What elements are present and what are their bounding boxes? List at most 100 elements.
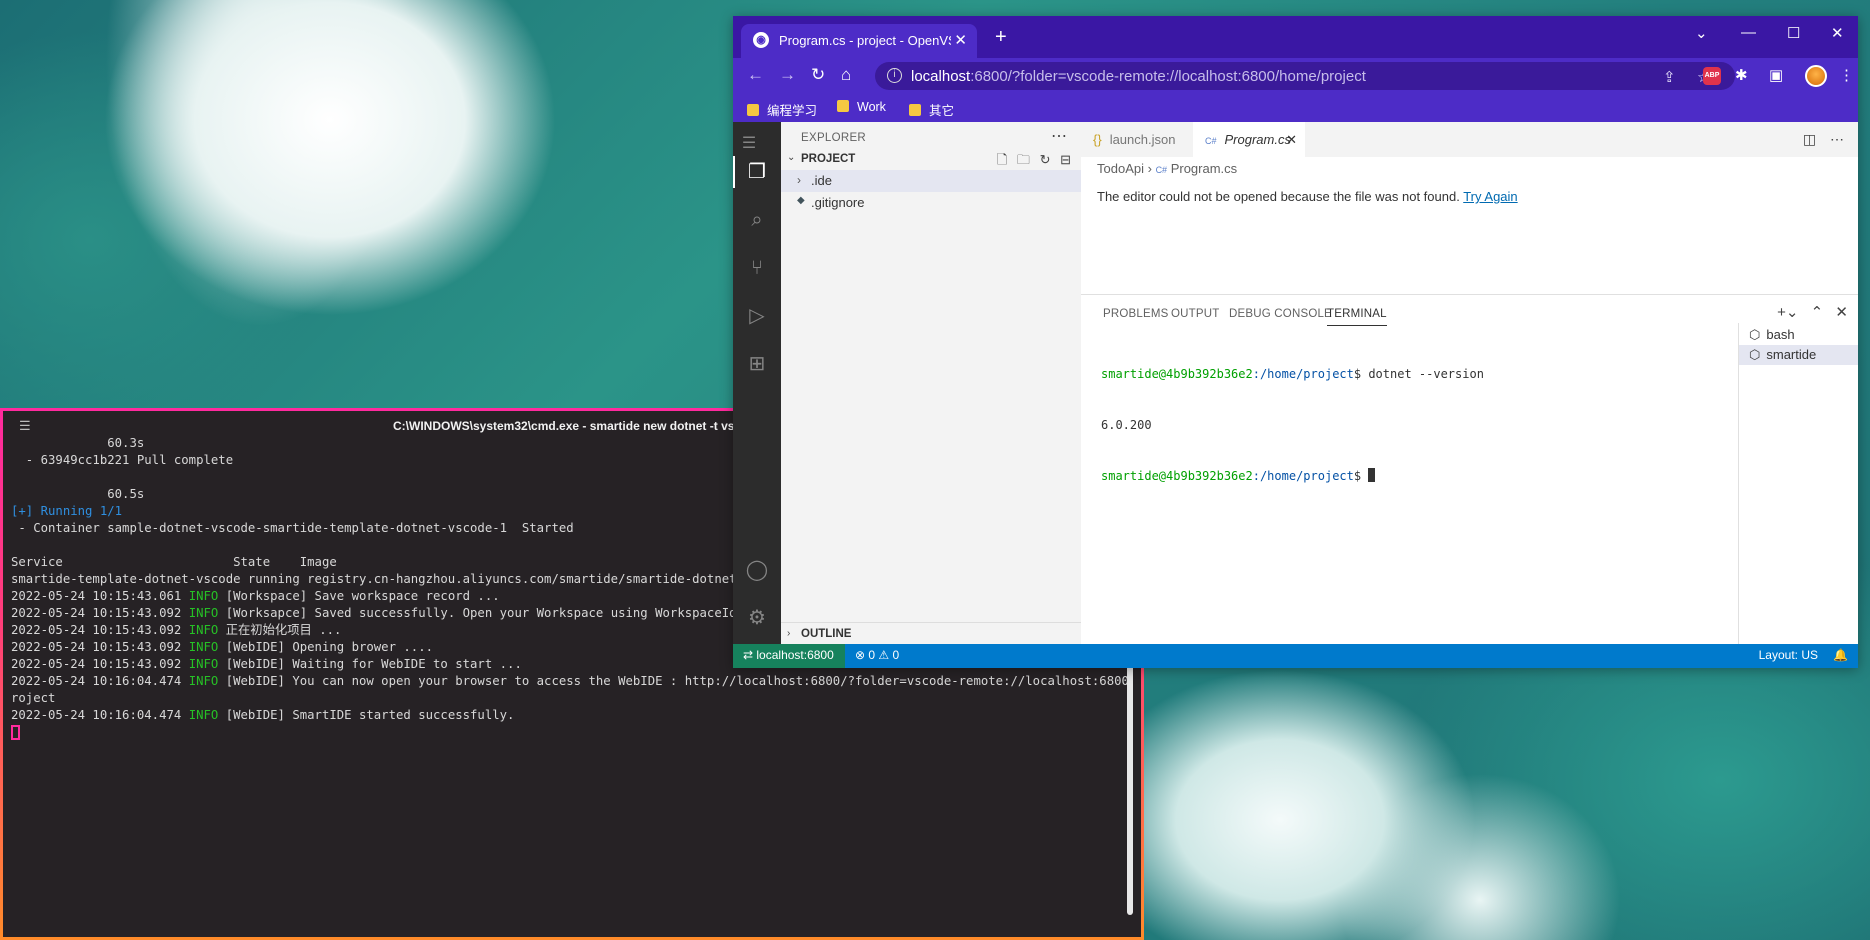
source-control-icon[interactable]: ⑂ <box>745 256 769 280</box>
log-timestamp: 2022-05-24 10:15:43.092 <box>11 606 182 620</box>
activity-bar: ☰ ❐ ⌕ ⑂ ▷ ⊞ ◯ ⚙ <box>733 122 781 644</box>
try-again-link[interactable]: Try Again <box>1463 189 1517 204</box>
new-tab-button[interactable]: + <box>995 27 1007 47</box>
remote-indicator[interactable]: ⇄ localhost:6800 <box>733 644 845 668</box>
editor-actions[interactable]: ◫ ⋯ <box>1803 131 1844 148</box>
search-icon[interactable]: ⌕ <box>745 208 769 232</box>
run-debug-icon[interactable]: ▷ <box>745 304 769 328</box>
address-bar[interactable]: i localhost:6800/?folder=vscode-remote:/… <box>875 62 1735 90</box>
explorer-files-icon[interactable]: ❐ <box>745 160 769 184</box>
breadcrumb[interactable]: TodoApi › C# Program.cs <box>1097 161 1237 176</box>
refresh-icon[interactable]: ↻ <box>1040 152 1051 167</box>
remote-icon: ⇄ <box>743 648 757 662</box>
terminal-icon: ⬡ <box>1749 347 1761 362</box>
minimize-button[interactable]: — <box>1741 24 1756 41</box>
terminal-list-item[interactable]: ⬡ bash <box>1739 325 1858 345</box>
url-host: localhost <box>911 68 971 85</box>
log-message: [WebIDE] Opening brower .... <box>218 640 434 654</box>
terminal-name: bash <box>1766 327 1795 342</box>
keyboard-layout[interactable]: Layout: US <box>1759 648 1818 662</box>
breadcrumb-folder[interactable]: TodoApi <box>1097 161 1144 176</box>
new-terminal-plus-icon[interactable]: +⌄ <box>1777 304 1798 321</box>
project-section-header[interactable]: ⌄ PROJECT 🗋 🗀 ↻ ⊟ <box>781 148 1081 170</box>
tree-item-file[interactable]: ◆ .gitignore <box>781 192 1081 214</box>
menu-icon[interactable]: ☰ <box>737 132 761 156</box>
back-arrow-icon[interactable]: ← <box>747 66 764 84</box>
bookmark-folder[interactable]: Work <box>837 100 886 114</box>
log-message: [WebIDE] Waiting for WebIDE to start ... <box>218 657 522 671</box>
problems-status[interactable]: ⊗ 0 ⚠ 0 <box>855 648 899 662</box>
log-level: INFO <box>188 623 219 637</box>
explorer-sidebar: EXPLORER ⋯ ⌄ PROJECT 🗋 🗀 ↻ ⊟ › .ide ◆ .g… <box>781 122 1081 644</box>
log-message: [Workspace] Save workspace record ... <box>218 589 500 603</box>
reload-icon[interactable]: ↻ <box>811 66 825 84</box>
terminal-list-item[interactable]: ⬡ smartide <box>1739 345 1858 365</box>
settings-gear-icon[interactable]: ⚙ <box>745 606 769 630</box>
share-icon[interactable]: ⇪ <box>1663 68 1676 86</box>
url-text[interactable]: localhost:6800/?folder=vscode-remote://l… <box>911 68 1366 85</box>
chevron-right-icon: › <box>797 173 801 187</box>
tab-label: launch.json <box>1109 132 1176 147</box>
new-file-icon[interactable]: 🗋 <box>997 152 1007 167</box>
split-editor-icon[interactable]: ◫ <box>1803 131 1816 147</box>
close-window-button[interactable]: ✕ <box>1831 24 1844 42</box>
tab-terminal[interactable]: TERMINAL <box>1327 308 1387 326</box>
browser-tab-active[interactable]: ◉ Program.cs - project - OpenVSCode Serv… <box>741 24 977 58</box>
adblock-extension-icon[interactable]: ABP <box>1703 67 1721 85</box>
account-icon[interactable]: ◯ <box>745 558 769 582</box>
side-panel-icon[interactable]: ▣ <box>1769 66 1783 84</box>
terminal-line: 2022-05-24 10:16:04.474 INFO [WebIDE] Sm… <box>11 707 1127 724</box>
bookmark-folder[interactable]: 其它 <box>909 100 954 119</box>
prompt-symbol: $ <box>1353 367 1369 381</box>
log-timestamp: 2022-05-24 10:15:43.092 <box>11 623 182 637</box>
git-file-icon: ◆ <box>797 195 805 206</box>
browser-window[interactable]: ◉ Program.cs - project - OpenVSCode Serv… <box>733 16 1858 668</box>
home-icon[interactable]: ⌂ <box>841 66 851 84</box>
collapse-all-icon[interactable]: ⊟ <box>1060 152 1071 167</box>
close-tab-icon[interactable]: ✕ <box>1286 132 1297 148</box>
log-level: INFO <box>188 606 219 620</box>
terminal-line: 2022-05-24 10:16:04.474 INFO [WebIDE] Yo… <box>11 673 1127 690</box>
browser-menu-icon[interactable]: ⋮ <box>1839 66 1854 84</box>
new-folder-icon[interactable]: 🗀 <box>1017 152 1030 167</box>
tab-search-icon[interactable]: ⌄ <box>1695 24 1708 42</box>
chevron-right-icon: › <box>787 628 791 639</box>
extensions-puzzle-icon[interactable]: ✱ <box>1735 66 1748 84</box>
profile-avatar[interactable] <box>1805 65 1827 87</box>
terminal-line: roject <box>11 691 56 705</box>
tree-item-folder[interactable]: › .ide <box>781 170 1081 192</box>
close-tab-icon[interactable]: ✕ <box>954 31 967 49</box>
forward-arrow-icon[interactable]: → <box>779 66 796 84</box>
log-level: INFO <box>188 674 219 688</box>
panel-actions[interactable]: +⌄ ⌃ ✕ <box>1777 303 1848 321</box>
tab-launch-json[interactable]: {} launch.json <box>1081 122 1193 157</box>
more-actions-icon[interactable]: ⋯ <box>1830 131 1844 147</box>
extensions-icon[interactable]: ⊞ <box>745 352 769 376</box>
maximize-button[interactable]: ☐ <box>1787 24 1800 42</box>
tab-program-cs[interactable]: C# Program.cs ✕ <box>1193 122 1305 157</box>
log-timestamp: 2022-05-24 10:15:43.092 <box>11 640 182 654</box>
vscode-workbench: ☰ ❐ ⌕ ⑂ ▷ ⊞ ◯ ⚙ EXPLORER ⋯ ⌄ PROJECT 🗋 🗀… <box>733 122 1858 668</box>
folder-icon <box>909 104 921 116</box>
prompt-user: smartide@4b9b392b36e2 <box>1101 469 1253 483</box>
tab-problems[interactable]: PROBLEMS <box>1103 308 1169 320</box>
bookmark-folder[interactable]: 编程学习 <box>747 100 817 119</box>
more-actions-icon[interactable]: ⋯ <box>1051 126 1067 146</box>
json-file-icon: {} <box>1093 132 1102 147</box>
notification-bell-icon[interactable]: 🔔 <box>1833 648 1848 662</box>
integrated-terminal-output[interactable]: smartide@4b9b392b36e2:/home/project$ dot… <box>1101 332 1741 519</box>
tab-output[interactable]: OUTPUT <box>1171 308 1219 320</box>
info-icon[interactable]: i <box>887 68 902 83</box>
close-panel-icon[interactable]: ✕ <box>1835 304 1848 321</box>
outline-section-header[interactable]: › OUTLINE <box>781 622 1081 644</box>
bookmark-label: 其它 <box>929 104 955 118</box>
terminal-title: C:\WINDOWS\system32\cmd.exe - smartide n… <box>393 419 763 433</box>
breadcrumb-file[interactable]: Program.cs <box>1171 161 1237 176</box>
tab-debug-console[interactable]: DEBUG CONSOLE <box>1229 308 1332 320</box>
bookmarks-bar: 编程学习 Work 其它 <box>733 94 1858 122</box>
explorer-title: EXPLORER <box>801 132 867 144</box>
log-level: INFO <box>188 640 219 654</box>
maximize-panel-icon[interactable]: ⌃ <box>1811 304 1824 321</box>
hamburger-icon[interactable]: ☰ <box>19 418 31 434</box>
prompt-symbol: $ <box>1353 469 1369 483</box>
